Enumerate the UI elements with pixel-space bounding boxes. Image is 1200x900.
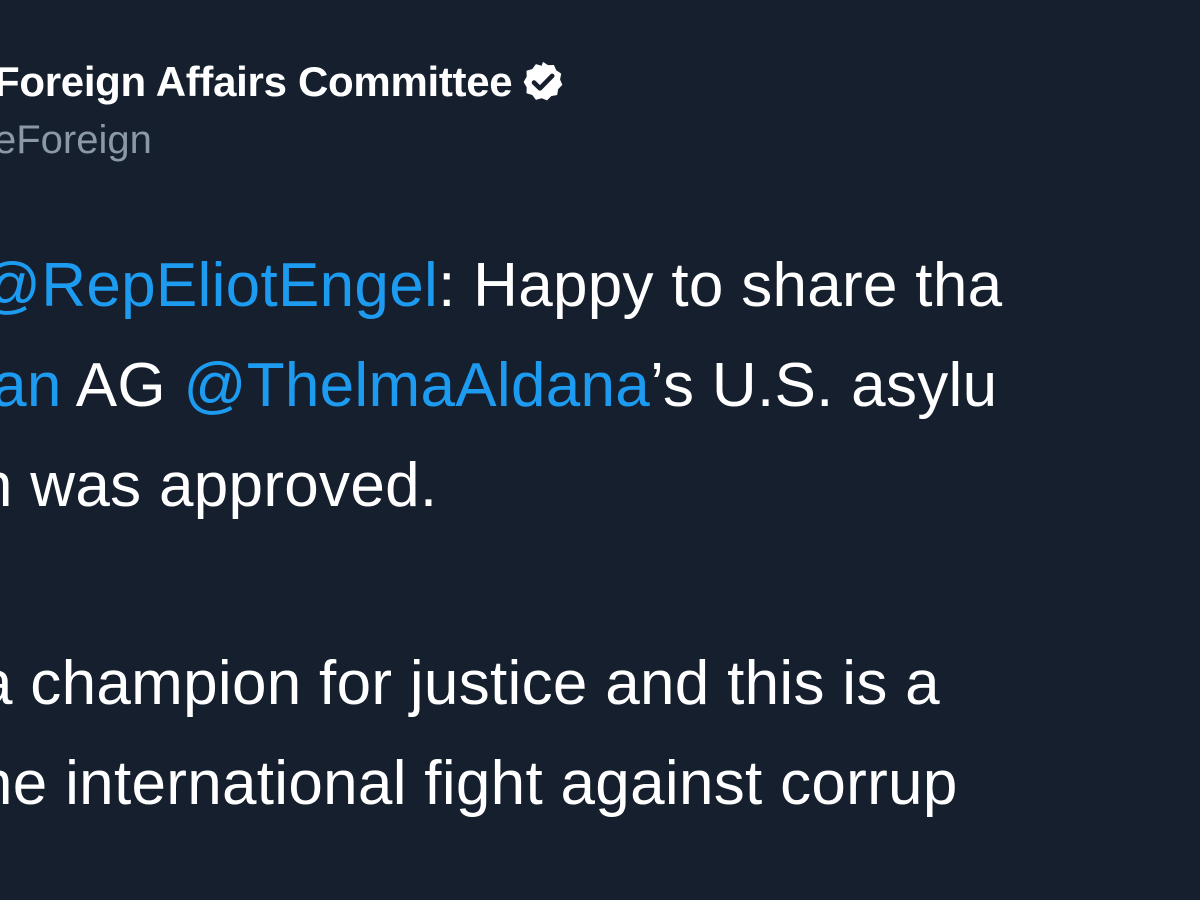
tweet-text-fragment: : Happy to share tha xyxy=(438,251,1003,320)
tweet-text-fragment: AG xyxy=(61,351,184,420)
hashtag-link-fragment[interactable]: lan xyxy=(0,351,62,420)
verified-badge-icon xyxy=(520,59,566,105)
mention-link-rep-eliot-engel[interactable]: @RepEliotEngel xyxy=(0,251,438,320)
tweet-line-1: @RepEliotEngel: Happy to share tha xyxy=(0,236,1200,336)
author-display-name[interactable]: Foreign Affairs Committee xyxy=(0,58,513,106)
author-handle[interactable]: eForeign xyxy=(0,118,566,163)
tweet-text-fragment: ’s U.S. asylu xyxy=(650,351,998,420)
author-name-row: Foreign Affairs Committee xyxy=(0,50,566,114)
tweet-line-4: a champion for justice and this is a xyxy=(0,649,940,718)
tweet-card: Foreign Affairs Committee eForeign @RepE… xyxy=(0,0,1200,900)
tweet-line-5: he international fight against corrup xyxy=(0,749,958,818)
tweet-line-2: lan AG @ThelmaAldana’s U.S. asylu xyxy=(0,336,1200,436)
tweet-body: @RepEliotEngel: Happy to share tha lan A… xyxy=(0,236,1200,834)
tweet-header: Foreign Affairs Committee eForeign xyxy=(0,50,566,163)
mention-link-thelma-aldana[interactable]: @ThelmaAldana xyxy=(183,351,650,420)
tweet-line-3: n was approved. xyxy=(0,451,438,520)
